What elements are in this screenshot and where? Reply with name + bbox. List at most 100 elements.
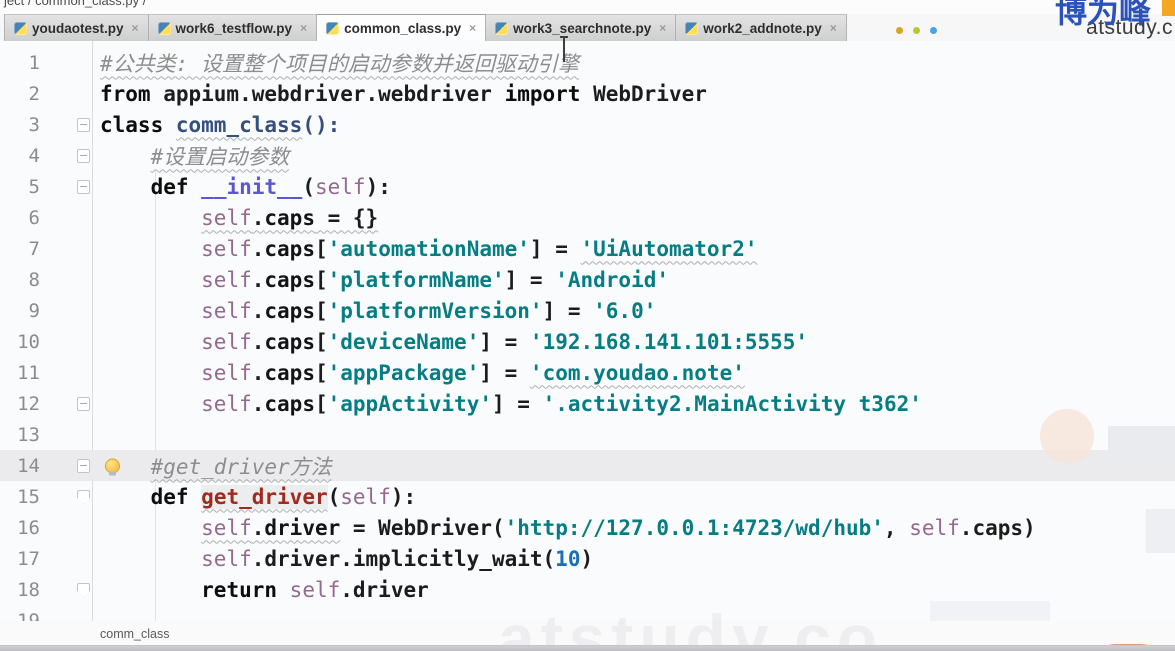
tab-close-icon[interactable]: × xyxy=(300,22,307,34)
breadcrumb[interactable]: ject / common_class.py / xyxy=(0,0,1175,14)
line-number: 1 xyxy=(28,51,40,74)
fold-marker-icon[interactable] xyxy=(77,582,90,597)
tab-common_class[interactable]: common_class.py × xyxy=(317,14,487,41)
python-file-icon xyxy=(685,21,699,35)
code-text: self.caps['automationName'] = 'UiAutomat… xyxy=(201,236,758,261)
tab-label: youdaotest.py xyxy=(32,20,124,36)
fold-marker-icon[interactable] xyxy=(77,489,90,504)
tab-work6_testflow[interactable]: work6_testflow.py × xyxy=(148,14,318,41)
gutter: 12 xyxy=(0,388,92,419)
watermark-dot xyxy=(913,27,920,34)
line-number: 2 xyxy=(28,82,40,105)
line-number: 18 xyxy=(17,578,40,601)
tab-close-icon[interactable]: × xyxy=(830,22,837,34)
code-editor[interactable]: 1 #公共类: 设置整个项目的启动参数并返回驱动引擎 2 from appium.we… xyxy=(0,41,1175,621)
code-text: self.caps = {} xyxy=(201,205,379,230)
fold-marker-icon[interactable] xyxy=(77,117,90,132)
code-line[interactable]: 4 #设置启动参数 xyxy=(0,140,1175,171)
watermark-dot xyxy=(896,27,903,34)
code-line[interactable]: 14 #get_driver方法 xyxy=(0,450,1175,481)
code-line[interactable]: 7 self.caps['automationName'] = 'UiAutom… xyxy=(0,233,1175,264)
line-number: 15 xyxy=(17,485,40,508)
gutter: 2 xyxy=(0,78,92,109)
tab-label: work6_testflow.py xyxy=(175,20,293,36)
code-line[interactable]: 11 self.caps['appPackage'] = 'com.youdao… xyxy=(0,357,1175,388)
line-number: 16 xyxy=(17,516,40,539)
tab-work3_searchnote[interactable]: work3_searchnote.py × xyxy=(486,14,677,41)
line-number: 3 xyxy=(28,113,40,136)
code-line[interactable]: 6 self.caps = {} xyxy=(0,202,1175,233)
code-text: #设置启动参数 xyxy=(150,144,290,169)
code-text: #get_driver方法 xyxy=(150,454,332,479)
code-text: self.caps['appPackage'] = 'com.youdao.no… xyxy=(201,360,745,385)
gutter: 13 xyxy=(0,419,92,450)
tab-close-icon[interactable]: × xyxy=(132,22,139,34)
code-line[interactable]: 9 self.caps['platformVersion'] = '6.0' xyxy=(0,295,1175,326)
line-number: 8 xyxy=(28,268,40,291)
code-text: from appium.webdriver.webdriver import W… xyxy=(100,81,707,106)
gutter: 8 xyxy=(0,264,92,295)
code-line[interactable]: 2 from appium.webdriver.webdriver import … xyxy=(0,78,1175,109)
gutter: 1 xyxy=(0,47,92,78)
breadcrumb-path: ject / common_class.py / xyxy=(4,0,147,8)
gutter: 17 xyxy=(0,543,92,574)
tab-close-icon[interactable]: × xyxy=(659,22,666,34)
fold-marker-icon[interactable] xyxy=(77,458,90,473)
gutter: 4 xyxy=(0,140,92,171)
code-text: def get_driver(self): xyxy=(150,484,417,509)
code-text: self.driver.implicitly_wait(10) xyxy=(201,546,594,571)
code-text: self.caps['deviceName'] = '192.168.141.1… xyxy=(201,329,809,354)
fold-marker-icon[interactable] xyxy=(77,179,90,194)
gutter: 3 xyxy=(0,109,92,140)
gutter: 14 xyxy=(0,450,92,481)
gutter: 6 xyxy=(0,202,92,233)
line-number: 17 xyxy=(17,547,40,570)
gutter: 10 xyxy=(0,326,92,357)
python-file-icon xyxy=(326,21,340,35)
code-line[interactable]: 10 self.caps['deviceName'] = '192.168.14… xyxy=(0,326,1175,357)
watermark-dots xyxy=(896,27,937,34)
tab-close-icon[interactable]: × xyxy=(469,22,476,34)
structure-breadcrumb[interactable]: comm_class xyxy=(100,627,169,641)
code-text: self.driver = WebDriver('http://127.0.0.… xyxy=(201,515,1036,540)
code-text: self.caps['platformVersion'] = '6.0' xyxy=(201,298,657,323)
code-line[interactable]: 17 self.driver.implicitly_wait(10) xyxy=(0,543,1175,574)
code-area: 1 #公共类: 设置整个项目的启动参数并返回驱动引擎 2 from appium.we… xyxy=(0,47,1175,621)
line-number: 19 xyxy=(17,609,40,622)
gutter: 9 xyxy=(0,295,92,326)
code-line[interactable]: 15 def get_driver(self): xyxy=(0,481,1175,512)
tab-youdaotest[interactable]: youdaotest.py × xyxy=(4,14,149,41)
code-line[interactable]: 8 self.caps['platformName'] = 'Android' xyxy=(0,264,1175,295)
code-text: return self.driver xyxy=(201,577,429,602)
code-line[interactable]: 5 def __init__(self): xyxy=(0,171,1175,202)
line-number: 12 xyxy=(17,392,40,415)
code-text: class comm_class(): xyxy=(100,112,341,137)
gutter: 18 xyxy=(0,574,92,605)
line-number: 14 xyxy=(17,454,40,477)
code-line[interactable]: 16 self.driver = WebDriver('http://127.0… xyxy=(0,512,1175,543)
gutter: 16 xyxy=(0,512,92,543)
code-line[interactable]: 3 class comm_class(): xyxy=(0,109,1175,140)
fold-marker-icon[interactable] xyxy=(77,148,90,163)
line-number: 7 xyxy=(28,237,40,260)
code-line[interactable]: 13 xyxy=(0,419,1175,450)
python-file-icon xyxy=(495,21,509,35)
code-text: def __init__(self): xyxy=(150,174,391,199)
line-number: 13 xyxy=(17,423,40,446)
line-number: 6 xyxy=(28,206,40,229)
fold-marker-icon[interactable] xyxy=(77,396,90,411)
line-number: 5 xyxy=(28,175,40,198)
ide-window: ject / common_class.py / 博为峰 youdaotest.… xyxy=(0,0,1175,651)
intention-bulb-icon[interactable] xyxy=(106,459,119,475)
code-text: self.caps['platformName'] = 'Android' xyxy=(201,267,670,292)
code-line[interactable]: 12 self.caps['appActivity'] = '.activity… xyxy=(0,388,1175,419)
watermark-orange-square xyxy=(1162,0,1175,16)
tab-work2_addnote[interactable]: work2_addnote.py × xyxy=(676,14,847,41)
tab-label: work3_searchnote.py xyxy=(513,20,652,36)
watermark-brand-cn: 博为峰 xyxy=(1054,0,1151,29)
gutter: 19 xyxy=(0,605,92,622)
code-line[interactable]: 1 #公共类: 设置整个项目的启动参数并返回驱动引擎 xyxy=(0,47,1175,78)
python-file-icon xyxy=(157,21,171,35)
tab-label: work2_addnote.py xyxy=(703,20,822,36)
bottom-strip xyxy=(0,645,1175,651)
